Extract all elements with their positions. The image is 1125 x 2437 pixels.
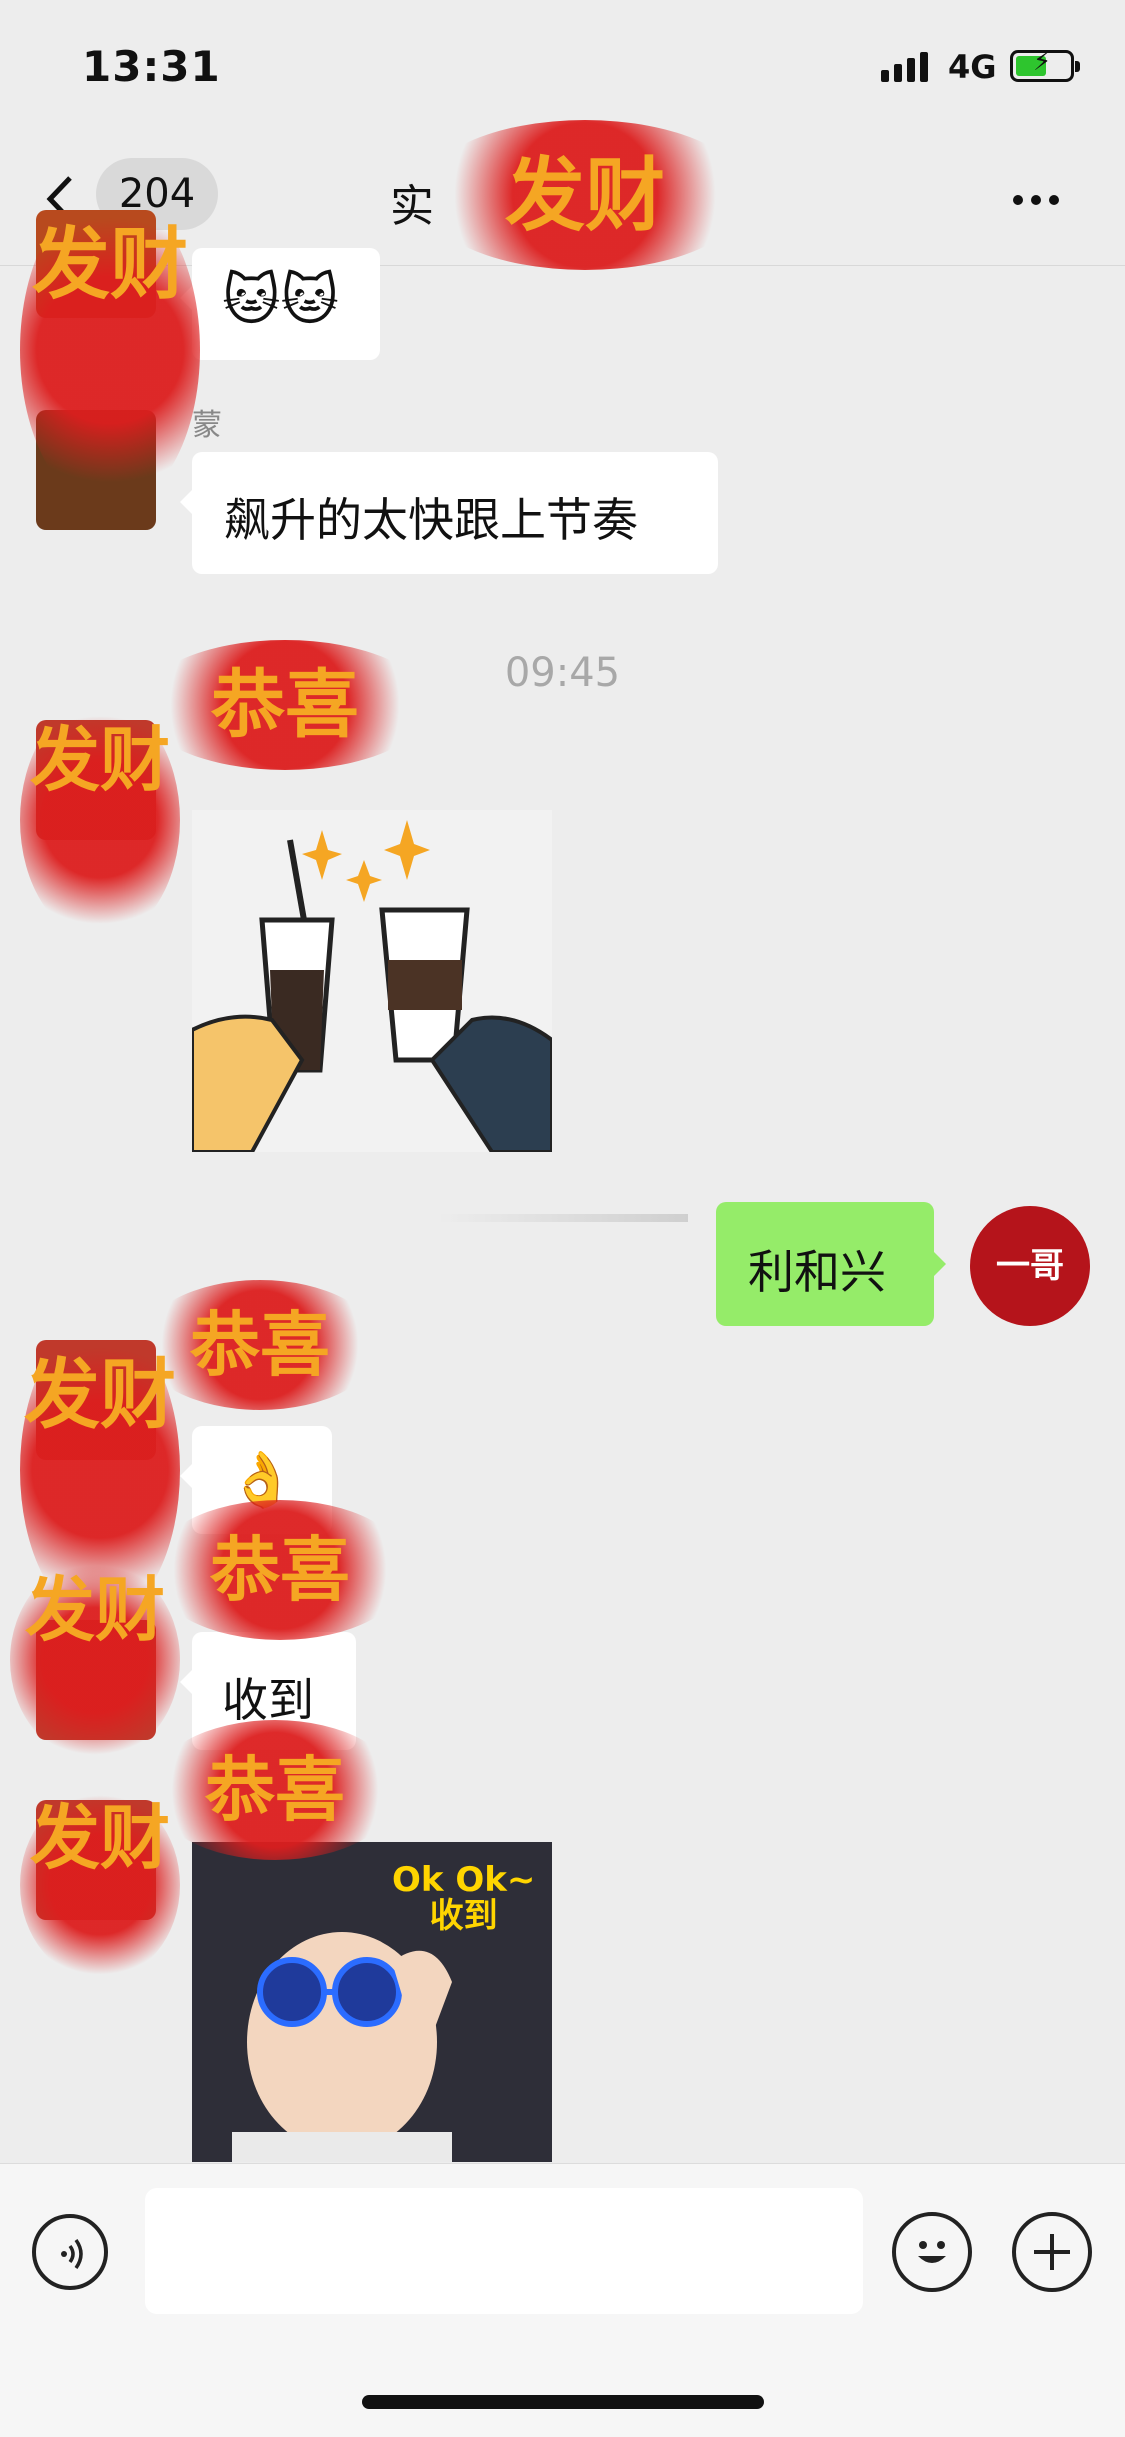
cat-emoji-icon: 🐱🐱 [222, 268, 339, 333]
gong-xi-decor: 恭喜 [140, 1280, 380, 1410]
gong-xi-decor: 恭喜 [140, 640, 430, 770]
ok-ok-sticker[interactable]: Ok Ok~ 收到 [192, 1842, 552, 2162]
sender-name: 蒙 [192, 408, 222, 443]
sticker-caption-line2: 收到 [429, 1896, 498, 1936]
status-time: 13:31 [82, 42, 221, 91]
home-indicator[interactable] [362, 2395, 764, 2409]
message-bubble[interactable]: 🐱🐱 [180, 248, 380, 360]
fa-cai-decor: 发财 [20, 1790, 180, 1980]
more-icon[interactable] [1013, 190, 1067, 209]
voice-icon[interactable] [32, 2214, 108, 2290]
fa-cai-decor: 发财 [20, 190, 200, 510]
sticker-caption: Ok Ok~ 收到 [392, 1862, 535, 1934]
self-avatar[interactable]: 一哥 [970, 1206, 1090, 1326]
sticker-caption-line1: Ok Ok~ [392, 1860, 536, 1900]
message-bubble[interactable]: 飙升的太快跟上节奏 [180, 452, 718, 574]
cheers-sticker[interactable] [190, 810, 554, 1154]
gong-xi-decor: 恭喜 [150, 1720, 400, 1860]
fa-cai-decor: 发财 [20, 700, 180, 940]
plus-icon[interactable] [1012, 2212, 1092, 2292]
emoji-icon[interactable] [892, 2212, 972, 2292]
message-input[interactable] [145, 2188, 863, 2314]
message-text: 利和兴 [748, 1245, 886, 1299]
network-type: 4G [948, 48, 997, 86]
fa-cai-decor: 发财 [10, 1560, 180, 1760]
battery-icon: ⚡ [1010, 49, 1080, 82]
fa-cai-decor: 发财 [420, 120, 750, 270]
signal-icon [881, 52, 933, 82]
blurred-region [438, 1214, 688, 1222]
gong-xi-decor: 恭喜 [150, 1500, 410, 1640]
message-bubble-self[interactable]: 利和兴 [716, 1202, 946, 1326]
message-text: 飙升的太快跟上节奏 [224, 493, 638, 547]
